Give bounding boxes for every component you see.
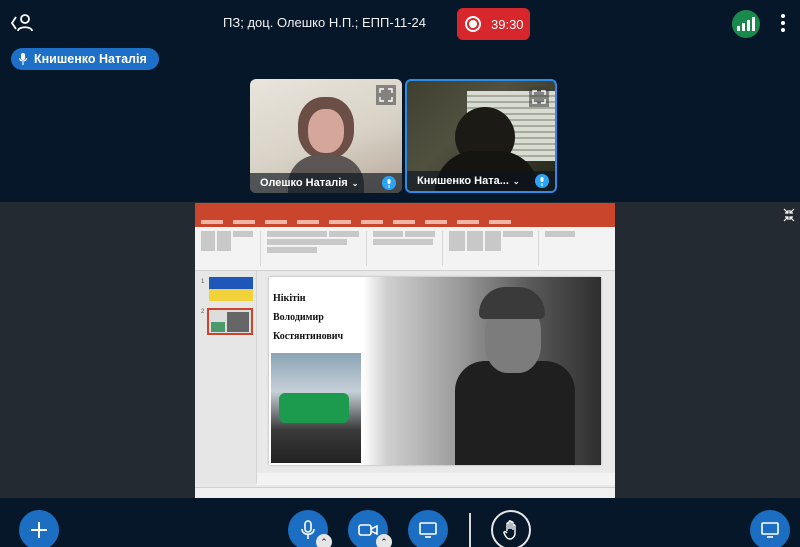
ribbon-tab <box>425 220 447 224</box>
top-bar: ПЗ; доц. Олешко Н.П.; ЕПП-11-24 39:30 <box>0 0 800 46</box>
meeting-title: ПЗ; доц. Олешко Н.П.; ЕПП-11-24 <box>223 15 426 30</box>
ribbon-tab <box>393 220 415 224</box>
ribbon-tab <box>201 220 223 224</box>
kebab-dot <box>781 20 785 25</box>
slide-canvas: Нікітін Володимир Костянтинович <box>269 277 601 465</box>
ribbon-tab <box>297 220 319 224</box>
raise-hand-button[interactable] <box>491 510 531 547</box>
slide-name-text: Нікітін Володимир Костянтинович <box>273 289 373 346</box>
slide-number: 1 <box>201 279 205 285</box>
chevron-up-icon: ⌃ <box>380 536 388 547</box>
ribbon-tabs <box>195 217 615 227</box>
kebab-dot <box>781 28 785 33</box>
ribbon-group <box>201 231 261 266</box>
chevron-down-icon[interactable]: ⌄ <box>352 179 359 188</box>
app-status-bar <box>195 487 615 498</box>
shared-screen[interactable]: 1 2 Нікітін Володимир Костянтинович <box>195 203 615 498</box>
fullscreen-button[interactable] <box>376 85 396 105</box>
plus-icon <box>31 522 47 538</box>
expand-icon <box>379 88 393 102</box>
slide-thumbnail[interactable] <box>209 277 253 301</box>
microphone-icon <box>382 176 396 190</box>
slide-line: Володимир <box>273 312 324 323</box>
app-title-bar <box>195 203 615 217</box>
recording-button[interactable]: 39:30 <box>457 8 530 40</box>
signal-bar <box>747 20 750 31</box>
ribbon <box>195 227 615 271</box>
slide-number: 2 <box>201 309 205 315</box>
presentation-toggle-button[interactable] <box>750 510 790 547</box>
expand-icon <box>532 90 546 104</box>
chevron-down-icon[interactable]: ⌄ <box>513 177 520 186</box>
audio-options-button[interactable]: ⌃ <box>316 534 332 547</box>
options-menu-button[interactable] <box>778 12 788 34</box>
webcam-user-name: Олешко Наталія <box>260 177 348 189</box>
race-car-photo <box>271 353 361 463</box>
webcam-person-face <box>308 109 344 153</box>
slide-thumbnail-selected[interactable] <box>207 308 253 335</box>
ribbon-tab <box>489 220 511 224</box>
kebab-dot <box>781 13 785 18</box>
fullscreen-button[interactable] <box>529 87 549 107</box>
race-car-body <box>279 393 349 423</box>
hand-icon <box>503 520 516 540</box>
slide-thumbnails: 1 2 <box>195 271 257 483</box>
connection-status-button[interactable] <box>732 10 760 38</box>
toolbar-divider <box>469 513 471 547</box>
signal-bar <box>742 23 745 31</box>
screen-share-icon <box>419 522 437 538</box>
webcam-tile-active[interactable]: Книшенко Ната... ⌄ <box>405 79 557 193</box>
ribbon-tab <box>457 220 479 224</box>
photo-helmet <box>479 287 545 319</box>
notes-pane[interactable] <box>257 473 615 485</box>
ribbon-group <box>545 231 585 266</box>
ribbon-tab <box>361 220 383 224</box>
ribbon-group <box>449 231 539 266</box>
presentation-icon <box>761 522 779 538</box>
screen-share-button[interactable] <box>408 510 448 547</box>
record-icon <box>465 16 481 32</box>
ribbon-tab <box>233 220 255 224</box>
ribbon-tab <box>265 220 287 224</box>
slide-line: Костянтинович <box>273 331 344 342</box>
microphone-icon <box>535 174 549 188</box>
actions-button[interactable] <box>19 510 59 547</box>
webcam-user-name: Книшенко Ната... <box>417 175 509 187</box>
signal-bar <box>737 26 740 31</box>
recording-timer: 39:30 <box>491 16 524 32</box>
webcam-name-bar: Олешко Наталія ⌄ <box>250 173 402 193</box>
exit-fullscreen-icon[interactable] <box>782 206 796 224</box>
webcam-name-bar: Книшенко Ната... ⌄ <box>407 171 555 191</box>
signal-bar <box>752 17 755 31</box>
photo-jacket <box>455 361 575 465</box>
slide-line: Нікітін <box>273 293 306 304</box>
portrait-photo <box>363 277 601 465</box>
microphone-icon <box>19 53 27 65</box>
ribbon-group <box>267 231 367 266</box>
camera-icon <box>358 524 378 536</box>
ribbon-group <box>373 231 443 266</box>
chevron-up-icon: ⌃ <box>320 536 328 547</box>
ribbon-tab <box>329 220 351 224</box>
camera-options-button[interactable]: ⌃ <box>376 534 392 547</box>
bottom-bar <box>0 498 800 547</box>
talker-name: Книшенко Наталія <box>34 52 147 66</box>
webcam-tile[interactable]: Олешко Наталія ⌄ <box>250 79 402 193</box>
microphone-icon <box>301 520 315 539</box>
talking-indicator[interactable]: Книшенко Наталія <box>11 48 159 70</box>
